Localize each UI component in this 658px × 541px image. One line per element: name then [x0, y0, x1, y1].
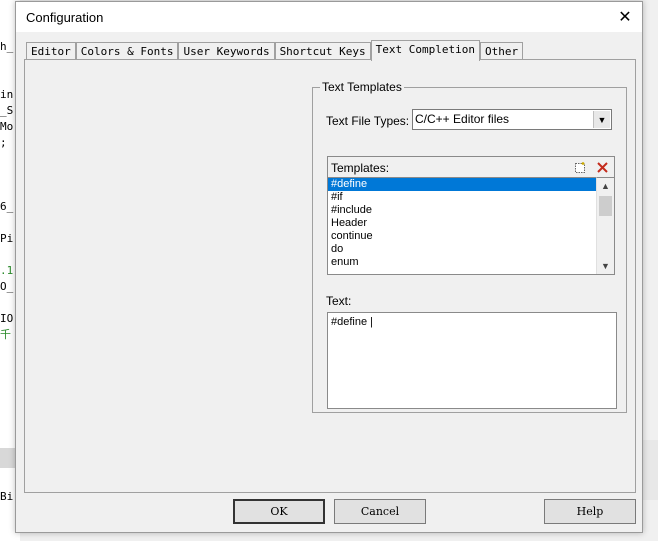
- tab-text-completion[interactable]: Text Completion: [370, 40, 480, 61]
- file-types-dropdown[interactable]: C/C++ Editor files ▼: [412, 109, 612, 130]
- close-icon[interactable]: ✕: [608, 2, 642, 32]
- file-types-value: C/C++ Editor files: [415, 112, 510, 126]
- background-code-line: Pi: [0, 232, 14, 245]
- background-code-line: Bi: [0, 490, 14, 503]
- template-item[interactable]: #include: [328, 204, 596, 217]
- template-item[interactable]: enum: [328, 256, 596, 269]
- template-item[interactable]: #define: [328, 178, 596, 191]
- background-code-line: .1: [0, 264, 14, 277]
- dialog-title: Configuration: [26, 10, 104, 25]
- scroll-up-icon[interactable]: ▲: [597, 179, 614, 193]
- cancel-button[interactable]: Cancel: [334, 499, 426, 524]
- background-code-line: 6_: [0, 200, 14, 213]
- templates-label: Templates:: [331, 161, 390, 175]
- background-code-line: _S: [0, 104, 14, 117]
- background-code-line: O_: [0, 280, 14, 293]
- template-text-value: #define |: [331, 316, 374, 328]
- background-code-line: Mo: [0, 120, 14, 133]
- file-types-label: Text File Types:: [326, 114, 410, 128]
- background-code-line: ;: [0, 136, 7, 149]
- template-item[interactable]: #if: [328, 191, 596, 204]
- title-bar: Configuration ✕: [16, 2, 642, 32]
- templates-box: Templates: #define #if #include Header conti…: [327, 156, 615, 275]
- template-item[interactable]: do: [328, 243, 596, 256]
- configuration-dialog: Configuration ✕ Editor Colors & Fonts Us…: [15, 1, 643, 533]
- text-label: Text:: [326, 294, 352, 308]
- scroll-down-icon[interactable]: ▼: [597, 259, 614, 273]
- templates-header: Templates:: [328, 157, 614, 177]
- delete-template-icon[interactable]: [594, 159, 610, 175]
- template-item[interactable]: Header: [328, 217, 596, 230]
- help-button[interactable]: Help: [544, 499, 636, 524]
- tab-strip: Editor Colors & Fonts User Keywords Shor…: [26, 40, 524, 61]
- template-item[interactable]: continue: [328, 230, 596, 243]
- background-code-line: h_: [0, 40, 14, 53]
- chevron-down-icon[interactable]: ▼: [593, 111, 610, 128]
- group-title: Text Templates: [320, 80, 404, 94]
- new-template-icon[interactable]: [572, 159, 588, 175]
- background-code-line: in: [0, 88, 14, 101]
- text-templates-group: Text Templates Text File Types: C/C++ Ed…: [312, 80, 627, 413]
- scroll-thumb[interactable]: [599, 196, 612, 216]
- template-text-area[interactable]: #define |: [327, 312, 617, 409]
- background-code-line: 千: [0, 328, 11, 341]
- templates-list[interactable]: #define #if #include Header continue do enum: [328, 177, 596, 274]
- text-completion-panel: Text Templates Text File Types: C/C++ Ed…: [24, 59, 636, 493]
- background-code-line: IO: [0, 312, 14, 325]
- templates-scrollbar[interactable]: ▲ ▼: [596, 177, 614, 274]
- ok-button[interactable]: OK: [233, 499, 325, 524]
